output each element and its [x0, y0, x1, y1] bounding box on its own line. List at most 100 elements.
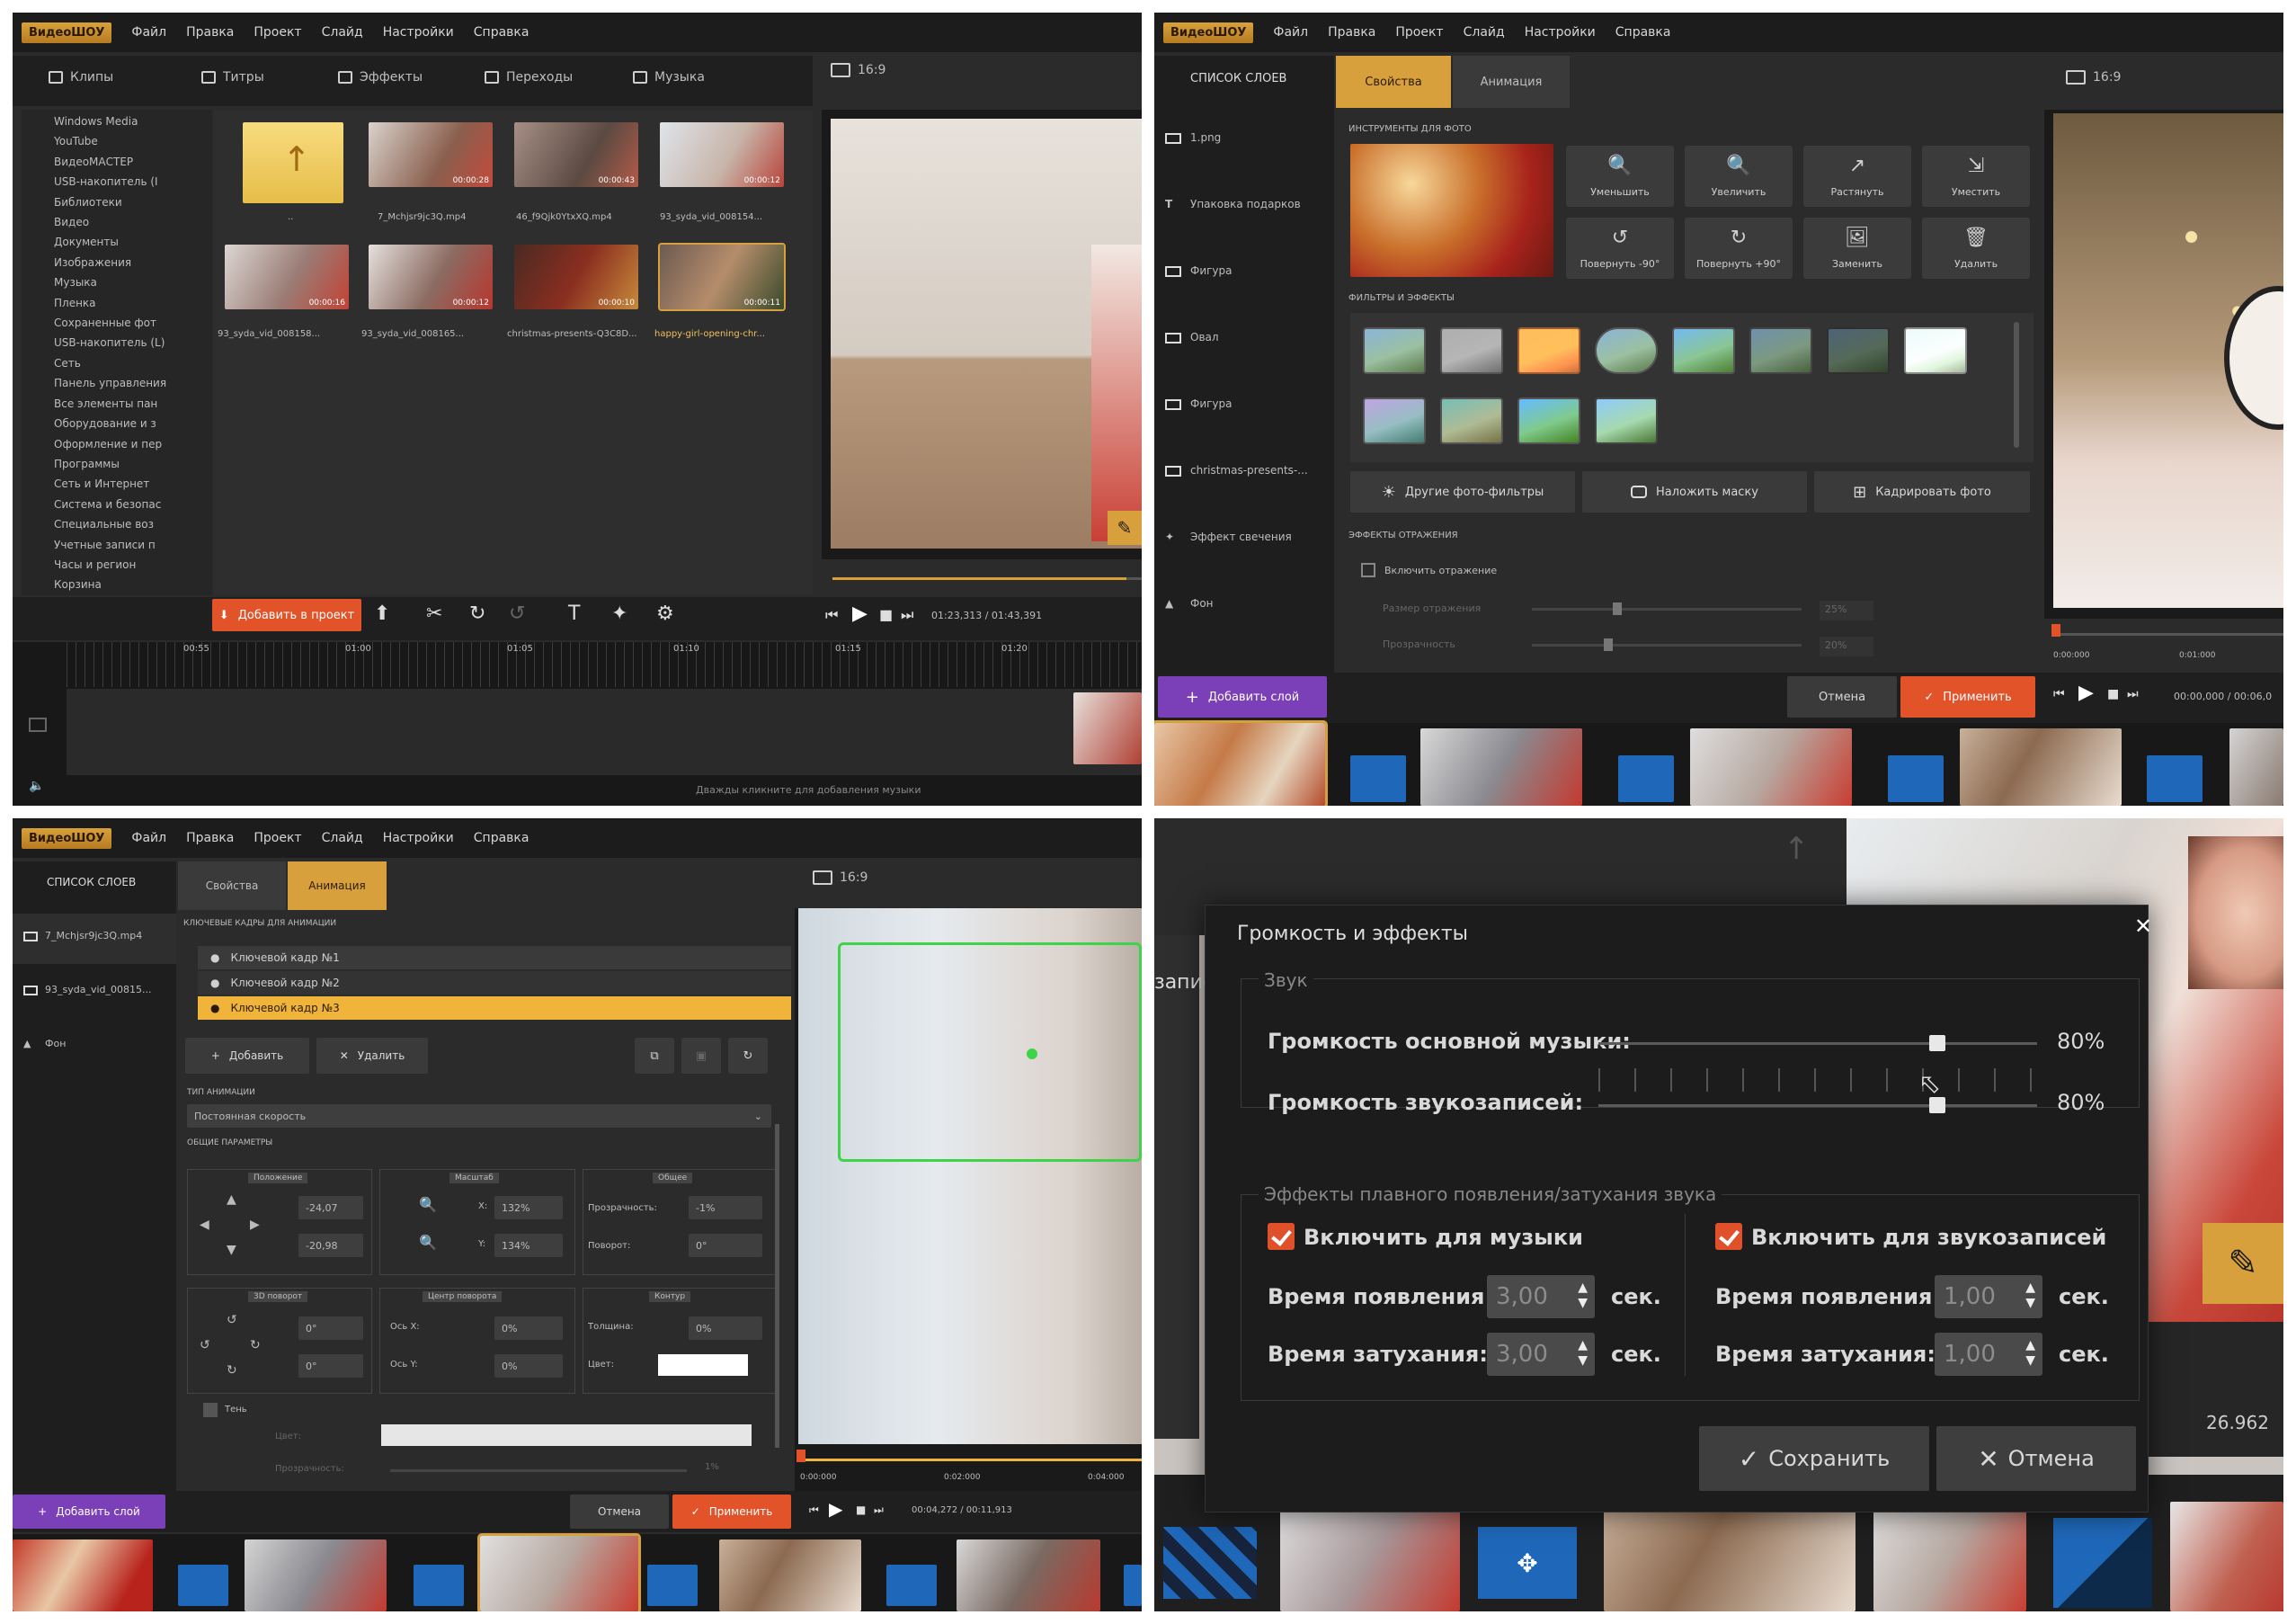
tree-item[interactable]: Сеть и Интернет: [54, 474, 212, 494]
tree-item[interactable]: Видео: [54, 212, 212, 232]
play-icon[interactable]: ▶: [2078, 682, 2094, 704]
text-icon[interactable]: T: [568, 602, 580, 625]
tree-item[interactable]: Оборудование и з: [54, 414, 212, 433]
transition-tile[interactable]: [1888, 755, 1944, 802]
close-icon[interactable]: ✕: [2134, 914, 2152, 939]
tree-item[interactable]: YouTube: [54, 131, 212, 151]
slide-thumb[interactable]: [1604, 1502, 1855, 1611]
slide-thumb[interactable]: [957, 1539, 1100, 1611]
menu-project[interactable]: Проект: [254, 25, 301, 40]
transition-tile[interactable]: [1124, 1565, 1142, 1606]
up-icon[interactable]: ⬆: [374, 602, 390, 625]
skip-forward-icon[interactable]: ⏭: [901, 606, 913, 624]
rotate-3d-b-field[interactable]: 0°: [298, 1354, 363, 1378]
voice-volume-slider[interactable]: [1598, 1104, 2037, 1107]
layer-item[interactable]: Фигура: [1165, 397, 1233, 410]
music-volume-slider[interactable]: [1598, 1042, 2037, 1045]
filter-preset[interactable]: [1363, 327, 1426, 374]
music-enable-checkbox[interactable]: [1268, 1223, 1295, 1250]
axis-x-field[interactable]: 0%: [494, 1316, 563, 1340]
tree-item[interactable]: ВидеоМАСТЕР: [54, 152, 212, 172]
tab-effects[interactable]: Эффекты: [338, 70, 423, 85]
cancel-button[interactable]: Отмена: [570, 1495, 669, 1529]
tree-item[interactable]: Все элементы пан: [54, 394, 212, 414]
voice-fade-field[interactable]: 1,00 ▲ ▼: [1935, 1333, 2042, 1376]
menu-project[interactable]: Проект: [254, 831, 301, 845]
layer-item[interactable]: Фигура: [1165, 264, 1233, 277]
aspect-ratio[interactable]: 16:9: [813, 870, 868, 885]
tab-clips[interactable]: Клипы: [49, 70, 113, 85]
aspect-ratio[interactable]: 16:9: [831, 63, 885, 77]
slide-thumb[interactable]: [2229, 728, 2283, 806]
filter-preset[interactable]: [1672, 327, 1735, 374]
filter-preset[interactable]: [1595, 397, 1658, 444]
tree-item[interactable]: Сеть: [54, 353, 212, 373]
spin-arrows-icon[interactable]: ▲ ▼: [1578, 1338, 1588, 1369]
scissors-icon[interactable]: ✂: [426, 602, 442, 625]
menu-help[interactable]: Справка: [474, 25, 530, 40]
undo-icon[interactable]: ↺: [509, 602, 525, 625]
skip-back-icon[interactable]: ⏮: [2053, 687, 2065, 701]
filter-preset[interactable]: [1827, 327, 1890, 374]
add-to-project-button[interactable]: ⬇ Добавить в проект: [212, 599, 361, 631]
transition-tile[interactable]: ✥: [1478, 1527, 1577, 1599]
menu-file[interactable]: Файл: [1273, 25, 1308, 40]
menu-help[interactable]: Справка: [474, 831, 530, 845]
transition-tile[interactable]: [1350, 755, 1406, 802]
tree-item[interactable]: Система и безопас: [54, 495, 212, 514]
arrow-left-icon[interactable]: ◀: [200, 1218, 209, 1232]
slide-thumb[interactable]: [719, 1539, 861, 1611]
menu-edit[interactable]: Правка: [186, 25, 234, 40]
tree-item[interactable]: Часы и регион: [54, 555, 212, 575]
reset-button[interactable]: ↻: [728, 1038, 768, 1074]
rotate-3d-pad[interactable]: ↺ ↺ ↻ ↻: [200, 1313, 271, 1385]
transition-tile[interactable]: [1618, 755, 1674, 802]
tab-animation[interactable]: Анимация: [1453, 56, 1570, 108]
aspect-ratio[interactable]: 16:9: [2066, 70, 2121, 85]
tree-item[interactable]: Пленка: [54, 293, 212, 313]
arrow-down-icon[interactable]: ▼: [227, 1243, 236, 1257]
play-icon[interactable]: ▶: [852, 602, 868, 625]
filter-preset[interactable]: [1517, 397, 1580, 444]
rotate-3d-a-field[interactable]: 0°: [298, 1316, 363, 1340]
delete-button[interactable]: 🗑 Удалить: [1922, 218, 2030, 279]
rotate-field[interactable]: 0°: [689, 1234, 762, 1257]
position-x-field[interactable]: -24,07: [298, 1196, 363, 1219]
music-appear-field[interactable]: 3,00 ▲ ▼: [1487, 1275, 1595, 1318]
copy-button[interactable]: ⧉: [635, 1038, 674, 1074]
transparency-value[interactable]: 20%: [1820, 637, 1873, 656]
tree-item[interactable]: Корзина: [54, 575, 212, 594]
transition-tile[interactable]: [1163, 1527, 1257, 1599]
tab-properties[interactable]: Свойства: [178, 861, 286, 910]
wand-icon[interactable]: ✦: [611, 602, 627, 625]
preview-progress[interactable]: [2053, 633, 2283, 636]
more-filters-button[interactable]: ☀ Другие фото-фильтры: [1350, 471, 1575, 513]
apply-button[interactable]: ✓ Применить: [1900, 676, 2035, 718]
zoom-out-button[interactable]: 🔍 Уменьшить: [1566, 146, 1674, 207]
menu-slide[interactable]: Слайд: [322, 25, 363, 40]
tree-item[interactable]: Программы: [54, 454, 212, 474]
timeline-clip[interactable]: [1073, 692, 1142, 764]
tree-item[interactable]: Учетные записи п: [54, 535, 212, 555]
tree-item[interactable]: Оформление и пер: [54, 434, 212, 454]
edit-pencil-icon[interactable]: ✎: [1108, 511, 1142, 545]
skip-forward-icon[interactable]: ⏭: [2127, 687, 2139, 701]
zoom-icon[interactable]: 🔍: [419, 1234, 437, 1251]
slide-thumb-selected[interactable]: [1154, 720, 1328, 806]
zoom-icon[interactable]: 🔍: [419, 1196, 437, 1213]
tab-titles[interactable]: Титры: [201, 70, 264, 85]
rotate-icon[interactable]: ↻: [469, 602, 485, 625]
slide-thumb[interactable]: [2170, 1502, 2283, 1611]
keyframe-row-selected[interactable]: ● Ключевой кадр №3: [198, 996, 791, 1020]
filter-scrollbar[interactable]: [2014, 322, 2019, 448]
layer-item[interactable]: 93_syda_vid_00815...: [23, 984, 176, 995]
add-layer-button[interactable]: + Добавить слой: [13, 1495, 165, 1529]
animation-type-select[interactable]: Постоянная скорость ⌄: [187, 1104, 771, 1128]
position-y-field[interactable]: -20,98: [298, 1234, 363, 1257]
add-keyframe-button[interactable]: + Добавить: [185, 1038, 309, 1074]
preview-progress[interactable]: [798, 1459, 1142, 1461]
layer-item[interactable]: T Упаковка подарков: [1165, 198, 1301, 210]
add-layer-button[interactable]: + Добавить слой: [1158, 676, 1327, 718]
rotate-left-icon[interactable]: ↺: [200, 1338, 210, 1352]
arrow-up-icon[interactable]: ▲: [227, 1192, 236, 1207]
